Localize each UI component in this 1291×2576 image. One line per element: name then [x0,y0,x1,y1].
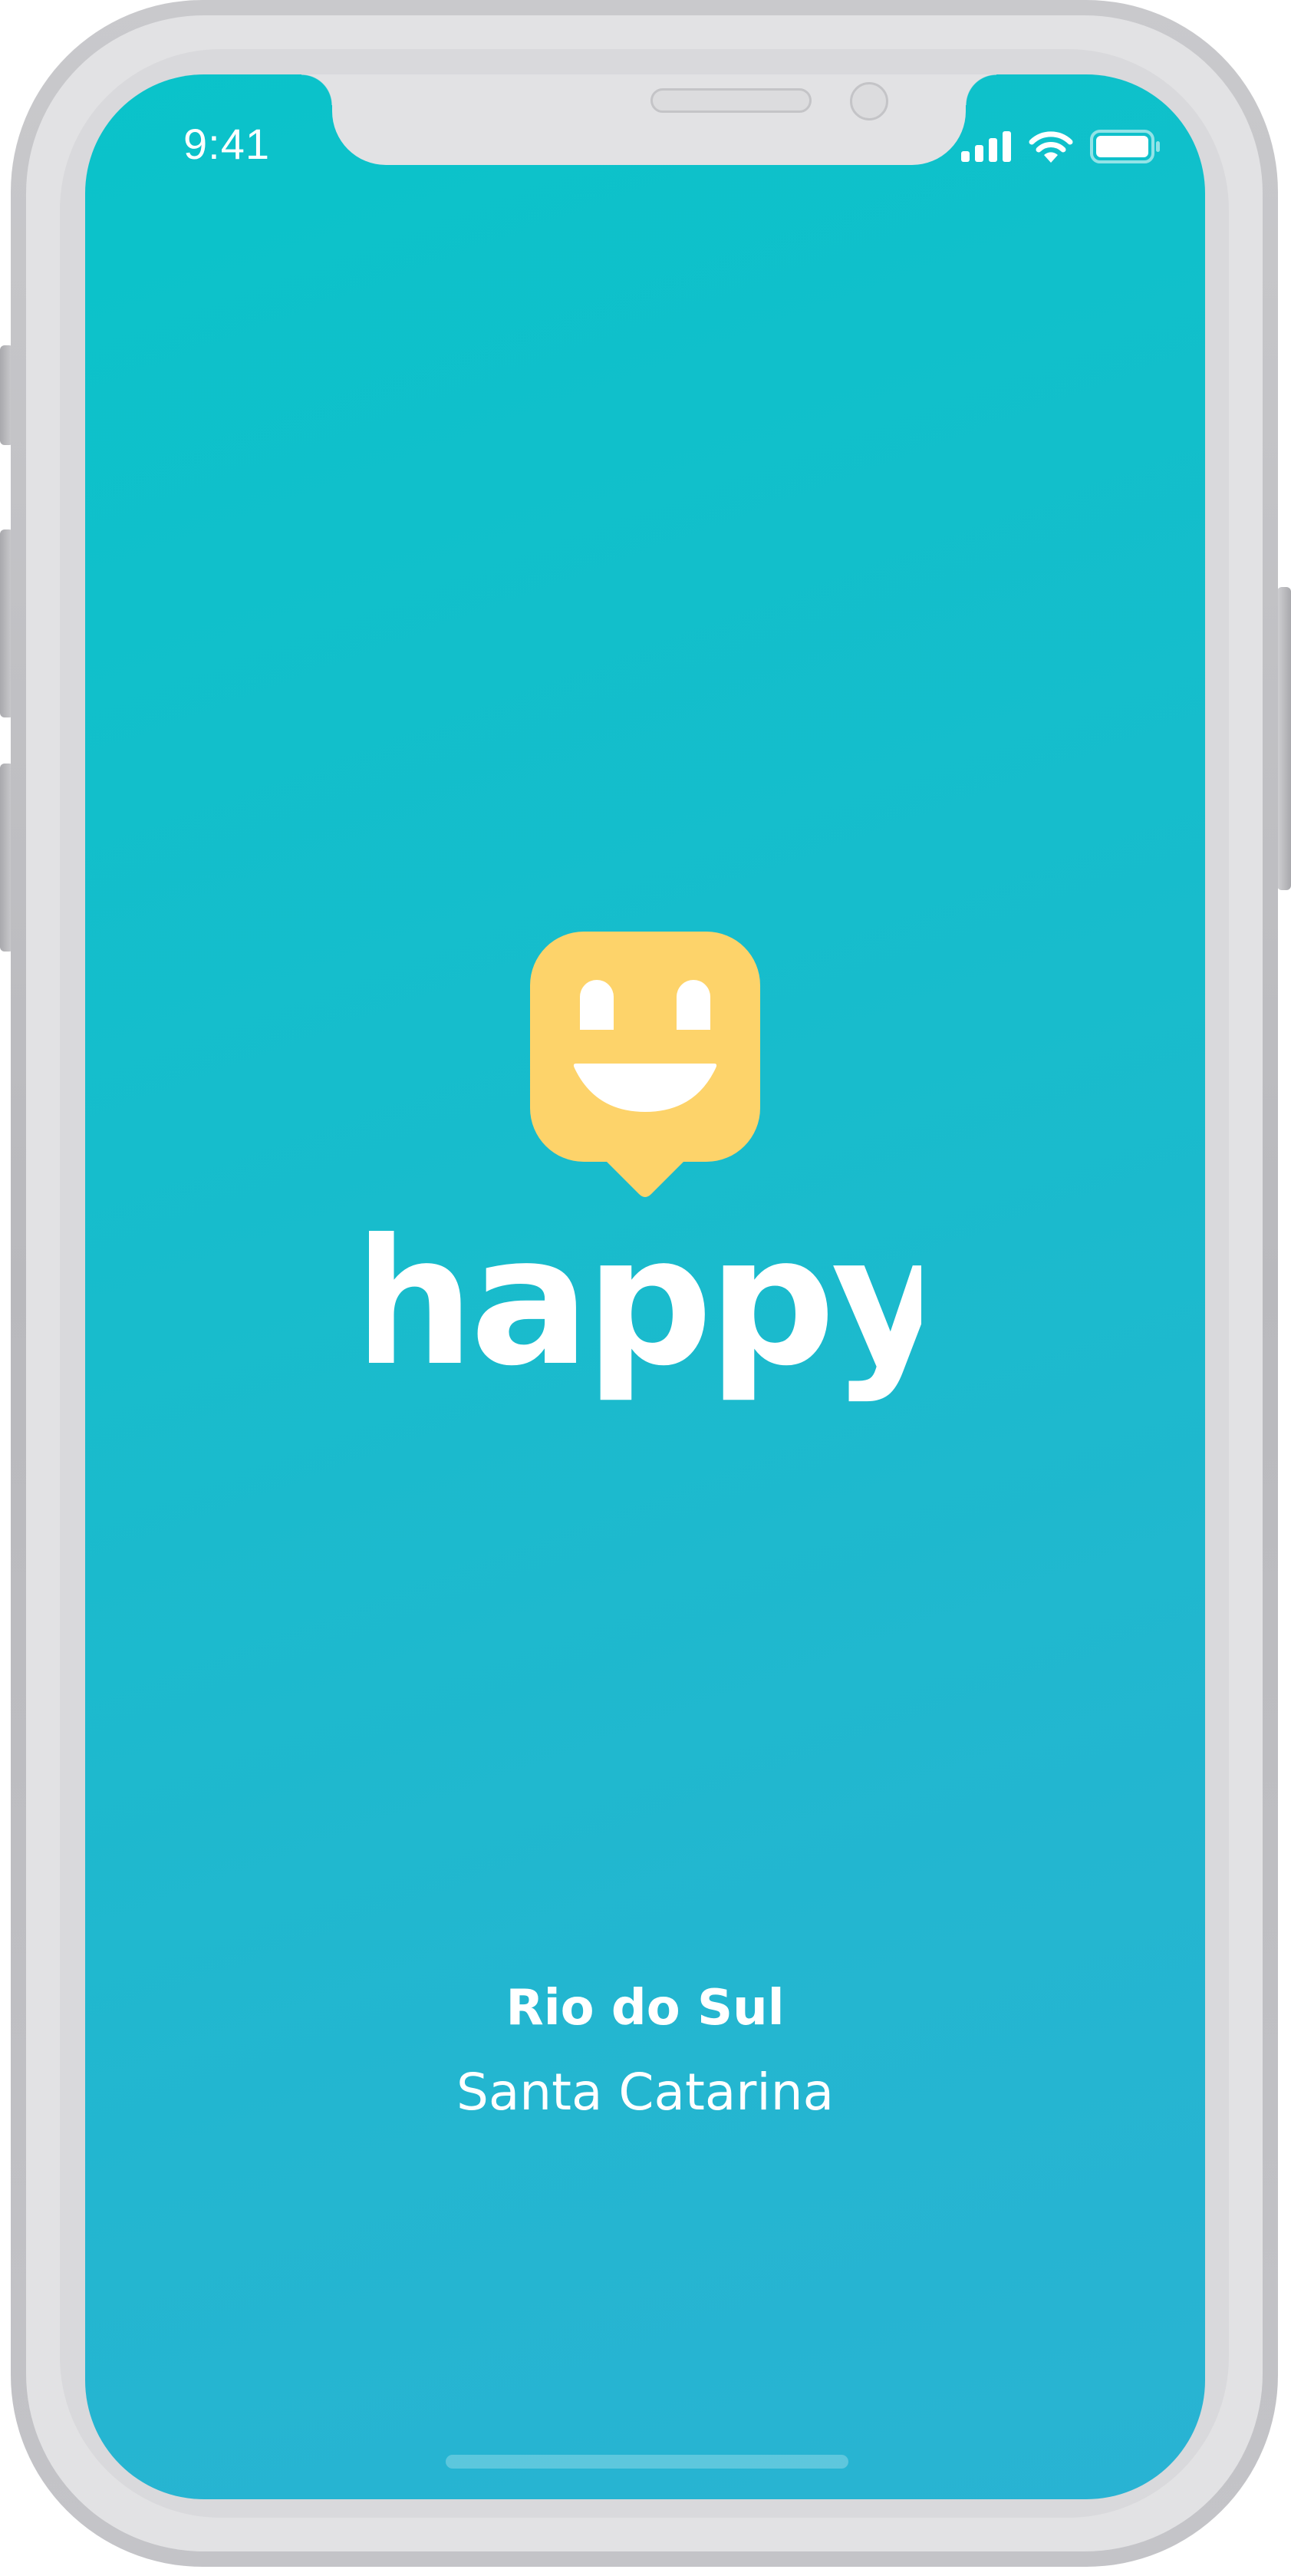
battery-icon [1090,130,1160,163]
power-button [1277,587,1291,890]
splash-screen: 9:41 happy Rio do Sul Santa Catarina [85,74,1205,2499]
smiley-speech-bubble-icon [530,932,760,1197]
earpiece-speaker [650,88,812,113]
front-camera [850,82,888,120]
cellular-signal-icon [961,131,1011,162]
city-name: Rio do Sul [506,1980,785,2037]
status-icons [961,128,1161,165]
state-name: Santa Catarina [456,2063,835,2122]
wifi-icon [1029,131,1073,163]
location-block: Rio do Sul Santa Catarina [85,1966,1205,2135]
status-time: 9:41 [183,120,270,168]
brand-wordmark: happy [369,1231,921,1405]
brand-name: happy [369,1231,921,1405]
home-indicator[interactable] [446,2455,848,2469]
notch [301,74,996,165]
brand-logo: happy [85,932,1205,1407]
